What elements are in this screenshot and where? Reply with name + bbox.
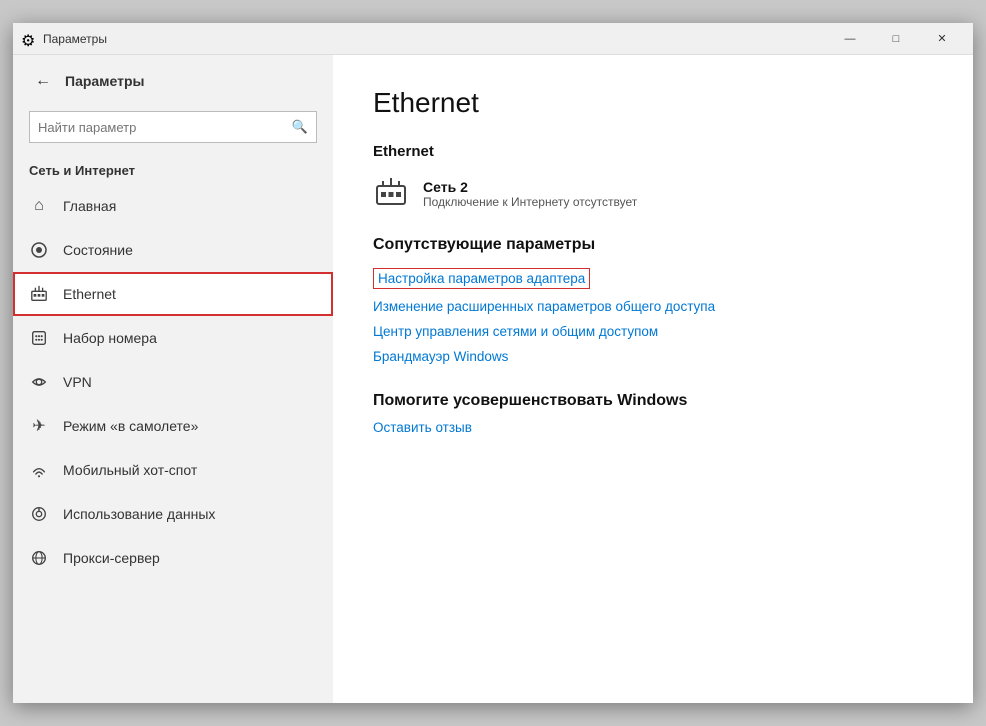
data-usage-icon [29,504,49,524]
titlebar-icon: ⚙ [21,31,37,47]
ethernet-section-title: Ethernet [373,143,933,160]
titlebar-controls: — □ ✕ [827,23,965,55]
vpn-icon [29,372,49,392]
dialup-icon [29,328,49,348]
sidebar-section-header: Сеть и Интернет [13,155,333,184]
sidebar-item-ethernet[interactable]: Ethernet [13,272,333,316]
network-item: Сеть 2 Подключение к Интернету отсутству… [373,176,933,212]
network-info: Сеть 2 Подключение к Интернету отсутству… [423,179,637,209]
sidebar-item-airplane-label: Режим «в самолете» [63,418,198,434]
titlebar: ⚙ Параметры — □ ✕ [13,23,973,55]
sidebar-item-home[interactable]: ⌂ Главная [13,184,333,228]
settings-window: ⚙ Параметры — □ ✕ ← Параметры 🔍 Сеть и И… [13,23,973,703]
content-area: ← Параметры 🔍 Сеть и Интернет ⌂ Главная [13,55,973,703]
sidebar-item-airplane[interactable]: ✈ Режим «в самолете» [13,404,333,448]
sidebar-item-data-usage[interactable]: Использование данных [13,492,333,536]
firewall-link[interactable]: Брандмауэр Windows [373,349,933,364]
sidebar-item-hotspot[interactable]: Мобильный хот-спот [13,448,333,492]
maximize-button[interactable]: □ [873,23,919,55]
related-section-title: Сопутствующие параметры [373,236,933,254]
sidebar-item-proxy[interactable]: Прокси-сервер [13,536,333,580]
improve-section: Помогите усовершенствовать Windows Остав… [373,392,933,435]
back-button[interactable]: ← [29,67,57,95]
minimize-button[interactable]: — [827,23,873,55]
sharing-settings-link[interactable]: Изменение расширенных параметров общего … [373,299,933,314]
sidebar-item-vpn-label: VPN [63,374,92,390]
sidebar-item-hotspot-label: Мобильный хот-спот [63,462,197,478]
improve-title: Помогите усовершенствовать Windows [373,392,933,410]
sidebar: ← Параметры 🔍 Сеть и Интернет ⌂ Главная [13,55,333,703]
proxy-icon [29,548,49,568]
hotspot-icon [29,460,49,480]
sidebar-item-status[interactable]: Состояние [13,228,333,272]
sidebar-item-ethernet-label: Ethernet [63,286,116,302]
sidebar-item-data-label: Использование данных [63,506,215,522]
search-input[interactable] [38,120,292,135]
close-button[interactable]: ✕ [919,23,965,55]
ethernet-icon [29,284,49,304]
search-box[interactable]: 🔍 [29,111,317,143]
airplane-icon: ✈ [29,416,49,436]
search-icon: 🔍 [292,119,308,135]
sidebar-nav-top: ← Параметры [13,55,333,107]
network-center-link[interactable]: Центр управления сетями и общим доступом [373,324,933,339]
sidebar-item-home-label: Главная [63,198,116,214]
adapter-settings-link[interactable]: Настройка параметров адаптера [373,268,590,289]
titlebar-title: Параметры [43,32,827,46]
status-icon [29,240,49,260]
network-status: Подключение к Интернету отсутствует [423,195,637,209]
network-name: Сеть 2 [423,179,637,195]
sidebar-item-status-label: Состояние [63,242,133,258]
page-title: Ethernet [373,87,933,119]
home-icon: ⌂ [29,196,49,216]
feedback-link[interactable]: Оставить отзыв [373,420,933,435]
network-icon-box [373,176,409,212]
sidebar-item-dialup[interactable]: Набор номера [13,316,333,360]
sidebar-item-dialup-label: Набор номера [63,330,157,346]
sidebar-app-title: Параметры [65,73,145,89]
main-content: Ethernet Ethernet Сеть 2 [333,55,973,703]
sidebar-item-proxy-label: Прокси-сервер [63,550,160,566]
sidebar-item-vpn[interactable]: VPN [13,360,333,404]
